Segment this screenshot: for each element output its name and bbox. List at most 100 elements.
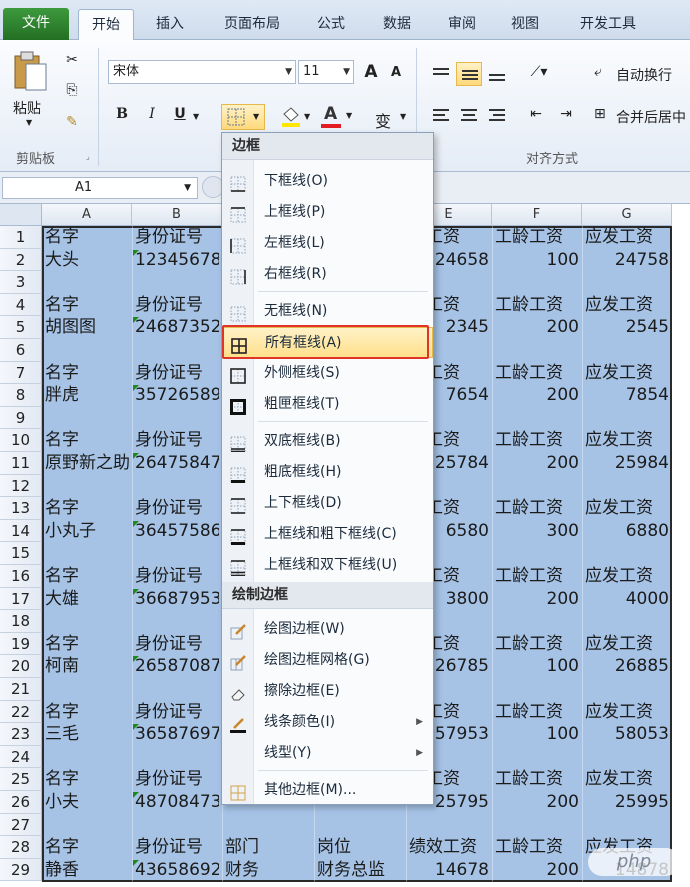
table-cell[interactable]: 名字	[45, 294, 129, 316]
row-header[interactable]: 9	[0, 406, 42, 430]
table-cell[interactable]: 工龄工资	[495, 701, 579, 723]
menu-item-top-double-bottom-border[interactable]: 上框线和双下框线(U)	[222, 550, 433, 581]
align-right-button[interactable]	[484, 104, 510, 128]
menu-item-thick-box-border[interactable]: 粗匣框线(T)	[222, 389, 433, 420]
table-cell[interactable]: 部门	[225, 836, 311, 858]
row-header[interactable]: 4	[0, 293, 42, 317]
tab-developer[interactable]: 开发工具	[563, 9, 653, 40]
align-bottom-button[interactable]	[484, 62, 510, 86]
align-left-button[interactable]	[428, 104, 454, 128]
tab-home[interactable]: 开始	[78, 9, 134, 40]
italic-button[interactable]: I	[142, 106, 162, 122]
table-cell[interactable]: 6880	[585, 520, 669, 542]
tab-formulas[interactable]: 公式	[302, 9, 360, 40]
table-cell[interactable]: 100	[495, 655, 579, 677]
table-cell[interactable]: 绩效工资	[409, 836, 489, 858]
copy-icon[interactable]: ⎘	[60, 82, 84, 98]
font-color-button[interactable]: A ▼	[320, 104, 356, 130]
table-cell[interactable]: 200	[495, 452, 579, 474]
row-header[interactable]: 17	[0, 587, 42, 611]
table-cell[interactable]: 身份证号	[135, 226, 219, 248]
select-all-corner[interactable]	[0, 204, 42, 226]
table-cell[interactable]: 4870847385	[135, 791, 219, 813]
table-cell[interactable]: 财务总监	[317, 859, 403, 881]
align-top-button[interactable]	[428, 62, 454, 86]
dialog-launcher-icon[interactable]: ⌟	[86, 152, 90, 161]
menu-item-top-border[interactable]: 上框线(P)	[222, 197, 433, 228]
table-cell[interactable]: 4365869235	[135, 859, 219, 881]
align-center-button[interactable]	[456, 104, 482, 128]
table-cell[interactable]: 三毛	[45, 723, 129, 745]
row-header[interactable]: 15	[0, 542, 42, 565]
row-header[interactable]: 10	[0, 429, 42, 452]
row-header[interactable]: 11	[0, 452, 42, 475]
column-header-g[interactable]: G	[582, 204, 672, 226]
table-cell[interactable]: 小夫	[45, 791, 129, 813]
table-cell[interactable]: 大头	[45, 249, 129, 271]
table-cell[interactable]: 工龄工资	[495, 768, 579, 790]
table-cell[interactable]: 身份证号	[135, 701, 219, 723]
table-cell[interactable]: 名字	[45, 768, 129, 790]
underline-button[interactable]: U	[170, 106, 190, 122]
tab-review[interactable]: 审阅	[434, 9, 490, 40]
row-header[interactable]: 7	[0, 361, 42, 385]
table-cell[interactable]: 300	[495, 520, 579, 542]
table-cell[interactable]: 2658708763	[135, 655, 219, 677]
menu-item-top-bottom-border[interactable]: 上下框线(D)	[222, 488, 433, 519]
wrap-text-button[interactable]: ⤶ 自动换行	[592, 62, 688, 88]
row-header[interactable]: 21	[0, 678, 42, 701]
table-cell[interactable]: 名字	[45, 226, 129, 248]
row-header[interactable]: 26	[0, 791, 42, 814]
menu-item-left-border[interactable]: 左框线(L)	[222, 228, 433, 259]
row-header[interactable]: 28	[0, 836, 42, 859]
table-cell[interactable]: 2468735269	[135, 316, 219, 338]
tab-file[interactable]: 文件	[3, 8, 69, 40]
menu-item-bottom-double-border[interactable]: 双底框线(B)	[222, 426, 433, 457]
table-cell[interactable]: 2647584763	[135, 452, 219, 474]
table-cell[interactable]: 名字	[45, 633, 129, 655]
menu-item-line-style[interactable]: 线型(Y) ▶	[222, 738, 433, 769]
table-cell[interactable]: 200	[495, 384, 579, 406]
table-cell[interactable]: 柯南	[45, 655, 129, 677]
paste-button[interactable]: 粘贴 ▼	[8, 48, 52, 130]
table-cell[interactable]: 2545	[585, 316, 669, 338]
tab-page-layout[interactable]: 页面布局	[210, 9, 294, 40]
table-cell[interactable]: 工龄工资	[495, 633, 579, 655]
table-cell[interactable]: 工龄工资	[495, 565, 579, 587]
table-cell[interactable]: 名字	[45, 362, 129, 384]
row-header[interactable]: 20	[0, 655, 42, 678]
grow-font-button[interactable]: A	[362, 62, 380, 82]
menu-item-erase-border[interactable]: 擦除边框(E)	[222, 676, 433, 707]
menu-item-outside-borders[interactable]: 外侧框线(S)	[222, 358, 433, 389]
table-cell[interactable]: 身份证号	[135, 836, 219, 858]
table-cell[interactable]: 25995	[585, 791, 669, 813]
row-header[interactable]: 12	[0, 474, 42, 498]
table-cell[interactable]: 应发工资	[585, 362, 669, 384]
table-cell[interactable]: 身份证号	[135, 633, 219, 655]
table-cell[interactable]: 3572658945	[135, 384, 219, 406]
table-cell[interactable]: 24758	[585, 249, 669, 271]
row-header[interactable]: 24	[0, 745, 42, 769]
table-cell[interactable]: 应发工资	[585, 565, 669, 587]
table-cell[interactable]: 100	[495, 723, 579, 745]
table-cell[interactable]: 工龄工资	[495, 294, 579, 316]
menu-item-draw-border[interactable]: 绘图边框(W)	[222, 614, 433, 645]
cut-icon[interactable]: ✂	[62, 52, 82, 68]
menu-item-draw-border-grid[interactable]: 绘图边框网格(G)	[222, 645, 433, 676]
row-header[interactable]: 2	[0, 248, 42, 272]
table-cell[interactable]: 胡图图	[45, 316, 129, 338]
table-cell[interactable]: 身份证号	[135, 429, 219, 451]
row-header[interactable]: 25	[0, 768, 42, 791]
tab-data[interactable]: 数据	[368, 9, 426, 40]
table-cell[interactable]: 工龄工资	[495, 362, 579, 384]
underline-dropdown-icon[interactable]: ▼	[193, 112, 199, 121]
table-cell[interactable]: 应发工资	[585, 633, 669, 655]
bold-button[interactable]: B	[112, 106, 132, 122]
table-cell[interactable]: 26885	[585, 655, 669, 677]
font-name-combo[interactable]: 宋体 ▼	[108, 60, 296, 84]
row-header[interactable]: 23	[0, 723, 42, 746]
table-cell[interactable]: 工龄工资	[495, 226, 579, 248]
table-cell[interactable]: 工龄工资	[495, 429, 579, 451]
row-header[interactable]: 29	[0, 858, 42, 882]
table-cell[interactable]: 岗位	[317, 836, 403, 858]
